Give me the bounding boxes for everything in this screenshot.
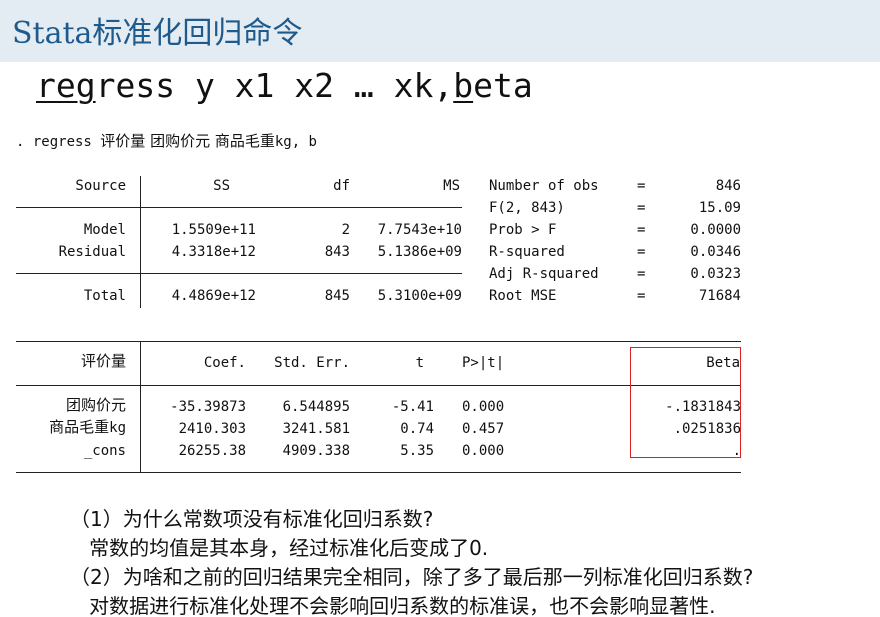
stat-label: Number of obs xyxy=(489,178,599,194)
stat-eq: = xyxy=(637,200,646,216)
slide-title: Stata标准化回归命令 xyxy=(12,16,303,51)
coef-row-t: 0.74 xyxy=(400,421,434,437)
stat-value: 0.0000 xyxy=(690,222,741,238)
stat-label: Adj R-squared xyxy=(489,266,599,282)
command-rest: ress y x1 x2 … xk, xyxy=(95,66,454,105)
anova-row-ms: 7.7543e+10 xyxy=(377,222,462,238)
beta-highlight-box xyxy=(630,347,741,458)
coef-header-coef: Coef. xyxy=(203,355,246,371)
coef-header-t: t xyxy=(415,355,424,371)
coef-rule xyxy=(16,341,741,342)
coef-header-se: Std. Err. xyxy=(274,355,350,371)
anova-rule xyxy=(16,207,462,208)
coef-row-coef: -35.39873 xyxy=(170,399,246,415)
coef-row-se: 3241.581 xyxy=(282,421,350,437)
coef-row-p: 0.457 xyxy=(462,421,505,437)
option-rest: eta xyxy=(473,66,533,105)
anova-header-source: Source xyxy=(75,178,126,194)
anova-row-source: Model xyxy=(83,222,126,238)
stat-value: 15.09 xyxy=(698,200,741,216)
stat-value: 0.0346 xyxy=(690,244,741,260)
regress-command-line: . regress 评价量 团购价元 商品毛重kg, b xyxy=(16,132,317,150)
stat-label: Root MSE xyxy=(489,288,557,304)
anova-row-ms: 5.1386e+09 xyxy=(377,244,462,260)
note-question-2: （2）为啥和之前的回归结果完全相同，除了多了最后那一列标准化回归系数? xyxy=(70,565,754,589)
coef-row-var: _cons xyxy=(83,443,126,459)
stat-value: 71684 xyxy=(698,288,741,304)
title-bar: Stata标准化回归命令 xyxy=(0,0,880,62)
anova-rule xyxy=(16,273,462,274)
stat-eq: = xyxy=(637,288,646,304)
anova-row-ss: 1.5509e+11 xyxy=(171,222,256,238)
anova-header-ss: SS xyxy=(213,178,230,194)
anova-row-ms: 5.3100e+09 xyxy=(377,288,462,304)
coef-row-t: 5.35 xyxy=(400,443,434,459)
coef-divider xyxy=(140,341,141,472)
anova-row-ss: 4.3318e+12 xyxy=(171,244,256,260)
anova-row-ss: 4.4869e+12 xyxy=(171,288,256,304)
stat-value: 846 xyxy=(715,178,741,194)
coef-row-t: -5.41 xyxy=(391,399,434,415)
coef-row-p: 0.000 xyxy=(462,443,505,459)
stat-eq: = xyxy=(637,222,646,238)
command-syntax: regress y x1 x2 … xk,beta xyxy=(36,66,533,105)
note-question-1: （1）为什么常数项没有标准化回归系数? xyxy=(70,507,434,531)
note-answer-1: 常数的均值是其本身，经过标准化后变成了0. xyxy=(70,536,489,560)
coef-row-coef: 26255.38 xyxy=(178,443,246,459)
anova-row-source: Total xyxy=(83,288,126,304)
anova-row-df: 843 xyxy=(324,244,350,260)
coef-rule xyxy=(16,472,741,473)
anova-row-df: 845 xyxy=(324,288,350,304)
stat-value: 0.0323 xyxy=(690,266,741,282)
anova-row-source: Residual xyxy=(58,244,126,260)
stat-eq: = xyxy=(637,178,646,194)
stat-eq: = xyxy=(637,266,646,282)
coef-header-p: P>|t| xyxy=(462,355,505,371)
command-abbrev: reg xyxy=(36,66,96,105)
coef-row-var: 团购价元 xyxy=(65,396,126,414)
stat-label: Prob > F xyxy=(489,222,557,238)
coef-row-coef: 2410.303 xyxy=(178,421,246,437)
anova-divider xyxy=(140,176,141,308)
anova-header-df: df xyxy=(333,178,350,194)
stat-label: R-squared xyxy=(489,244,565,260)
coef-row-se: 6.544895 xyxy=(282,399,350,415)
coef-header-var: 评价量 xyxy=(80,352,126,370)
anova-row-df: 2 xyxy=(341,222,350,238)
coef-row-var: 商品毛重kg xyxy=(49,418,126,436)
stat-eq: = xyxy=(637,244,646,260)
coef-row-se: 4909.338 xyxy=(282,443,350,459)
note-answer-2: 对数据进行标准化处理不会影响回归系数的标准误，也不会影响显著性. xyxy=(70,594,716,617)
option-abbrev: b xyxy=(453,66,474,105)
anova-header-ms: MS xyxy=(443,178,460,194)
coef-row-p: 0.000 xyxy=(462,399,505,415)
stat-label: F(2, 843) xyxy=(489,200,565,216)
